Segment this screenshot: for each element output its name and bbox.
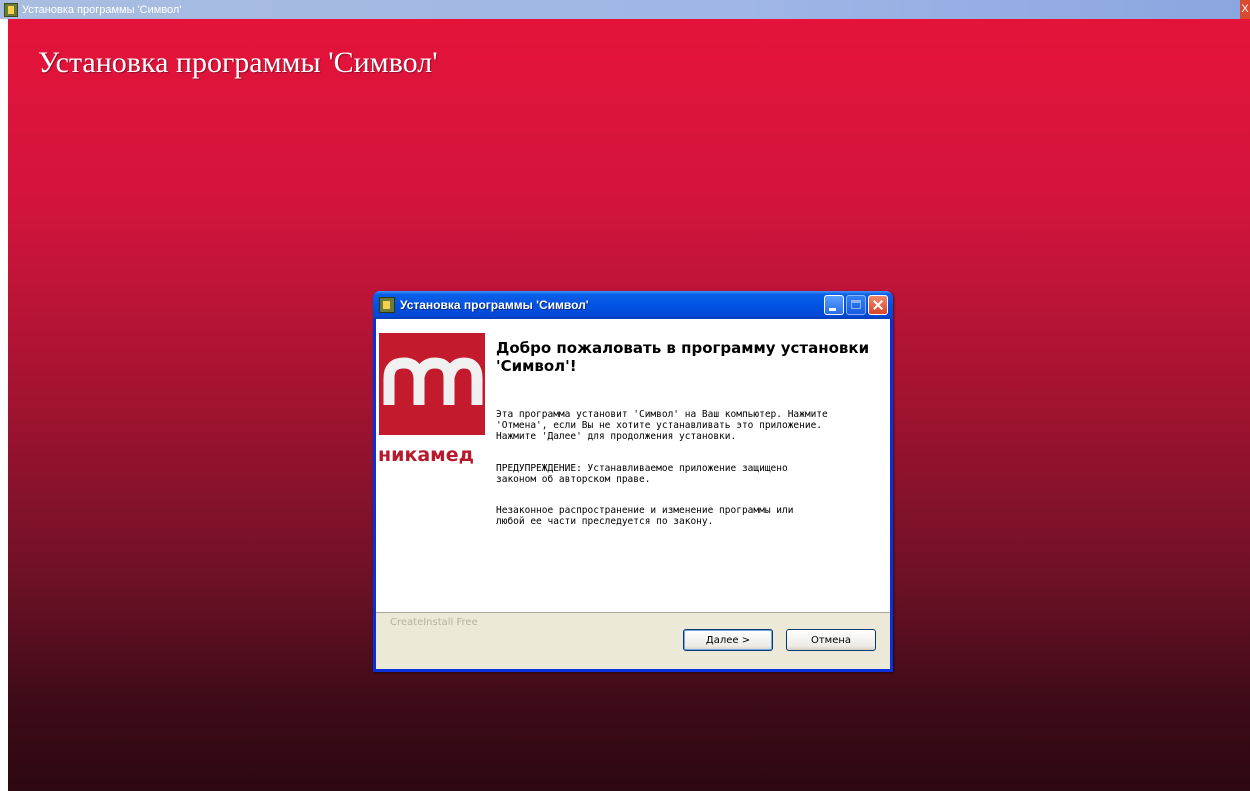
createinstall-brand: CreateInstall Free <box>390 617 478 628</box>
logo-brand-text: никамед <box>378 444 474 466</box>
setup-dialog: Установка программы 'Символ' никамед Доб… <box>373 291 893 672</box>
dialog-title: Установка программы 'Символ' <box>400 298 589 312</box>
left-edge-strip <box>0 19 8 791</box>
outer-window-title: Установка программы 'Символ' <box>22 3 182 16</box>
nikamed-logo <box>379 333 485 435</box>
intro-paragraph: Эта программа установит 'Символ' на Ваш … <box>496 409 828 442</box>
installer-background-title: Установка программы 'Символ' <box>38 46 438 79</box>
legal-paragraph: Незаконное распространение и изменение п… <box>496 505 794 527</box>
minimize-button[interactable] <box>824 295 844 315</box>
dialog-footer: CreateInstall Free Далее > Отмена <box>376 613 890 669</box>
warning-paragraph: ПРЕДУПРЕЖДЕНИЕ: Устанавливаемое приложен… <box>496 463 788 485</box>
installer-app-icon <box>4 2 18 17</box>
next-button[interactable]: Далее > <box>683 629 773 651</box>
outer-close-button[interactable]: X <box>1240 0 1250 19</box>
logo-mm-icon <box>383 357 483 405</box>
installer-app-icon <box>379 297 395 313</box>
welcome-heading: Добро пожаловать в программу установки '… <box>496 339 870 375</box>
outer-titlebar: Установка программы 'Символ' X <box>0 0 1250 19</box>
cancel-button[interactable]: Отмена <box>786 629 876 651</box>
close-button[interactable] <box>868 295 888 315</box>
dialog-titlebar[interactable]: Установка программы 'Символ' <box>373 291 893 319</box>
maximize-button <box>846 295 866 315</box>
